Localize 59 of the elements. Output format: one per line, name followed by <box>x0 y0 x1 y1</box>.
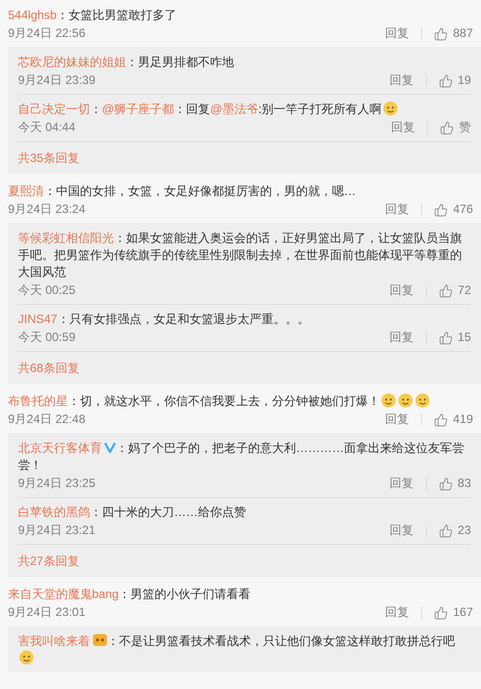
comment-time: 9月24日 23:25 <box>18 475 96 492</box>
comment-time: 今天 04:44 <box>18 119 76 136</box>
comment-text: 布鲁托的星：切，就这水平，你信不信我要上去，分分钟被她们打爆！ <box>8 393 473 410</box>
comment-text: 夏熙清：中国的女排，女篮，女足好像都挺厉害的，男的就，嗯… <box>8 183 357 200</box>
like-count: 167 <box>452 604 473 621</box>
like-count: 83 <box>458 475 471 492</box>
comment-time: 今天 00:25 <box>18 282 76 299</box>
comment-text: 来自天堂的魔鬼bang：男篮的小伙子们请看看 <box>8 586 252 603</box>
like-count: 23 <box>458 522 471 539</box>
like-count: 72 <box>458 282 471 299</box>
reply-link[interactable]: 回复 <box>384 411 409 428</box>
reply-link[interactable]: 回复 <box>384 201 409 218</box>
more-replies-link[interactable]: 共35条回复 <box>18 151 80 165</box>
smiley-emoji-icon <box>19 650 34 665</box>
comment-text: 北京天行客体育 ：妈了个巴子的，把老子的意大利…………面拿出来给这位友军尝尝！ <box>18 440 465 474</box>
comment-text: 等候彩虹相信阳光：如果女篮能进入奥运会的话，正好男篮出局了，让女篮队员当旗手吧。把男篮作为传统旗手的传统里性别限制去掉，在世界面前也能体现平等尊重的大国风范 <box>18 230 463 281</box>
like-icon[interactable] <box>438 284 453 298</box>
comment-text: 自己决定一切：@狮子座子都：回复@墨法爷:别一竿子打死所有人啊 <box>18 101 471 118</box>
smiley-emoji-icon <box>381 393 396 408</box>
smiley-emoji-icon <box>398 393 413 408</box>
reply-link[interactable]: 回复 <box>391 119 415 136</box>
comment-text: 544lghsb：女篮比男篮敢打多了 <box>8 7 178 24</box>
like-count: 赞 <box>459 119 471 136</box>
comment-time: 今天 00:59 <box>18 329 76 346</box>
reply-link[interactable]: 回复 <box>390 475 414 492</box>
like-count: 15 <box>458 329 471 346</box>
comment-time: 9月24日 22:56 <box>8 25 86 42</box>
comment-time: 9月24日 23:39 <box>18 72 96 89</box>
comment-text: 害我叫啥来着 ：不是让男篮看技术看战术，只让他们像女篮这样敢打敢拼总行吧 <box>18 633 471 667</box>
reply-link[interactable]: 回复 <box>390 282 414 299</box>
like-count: 19 <box>458 72 471 89</box>
reply-link[interactable]: 回复 <box>390 329 414 346</box>
smiley-emoji-icon <box>415 393 430 408</box>
comment-time: 9月24日 23:24 <box>8 201 86 218</box>
more-replies-link[interactable]: 共68条回复 <box>18 361 80 375</box>
like-count: 476 <box>452 201 473 218</box>
reply-link[interactable]: 回复 <box>390 522 414 539</box>
like-icon[interactable] <box>438 330 453 344</box>
like-icon[interactable] <box>438 74 453 88</box>
like-icon[interactable] <box>434 202 448 216</box>
reply-link[interactable]: 回复 <box>384 25 409 42</box>
comment-text: JINS47：只有女排强点，女足和女篮退步太严重。。。 <box>18 311 310 328</box>
like-icon[interactable] <box>434 412 448 426</box>
comment-text: 芯欧尼的妹妹的姐姐：男足男排都不咋地 <box>18 54 235 71</box>
more-replies-link[interactable]: 共27条回复 <box>18 554 80 568</box>
like-icon[interactable] <box>438 524 453 538</box>
smiley-emoji-icon <box>382 101 398 116</box>
like-icon[interactable] <box>434 606 448 620</box>
like-icon[interactable] <box>438 476 453 490</box>
comment-time: 9月24日 22:48 <box>8 411 86 428</box>
reply-link[interactable]: 回复 <box>390 72 414 89</box>
reply-link[interactable]: 回复 <box>384 604 409 621</box>
like-count: 887 <box>452 25 473 42</box>
like-count: 419 <box>452 411 473 428</box>
comment-time: 9月24日 23:01 <box>8 604 86 621</box>
comment-text: 白苹铁的黑鸽：四十米的大刀……给你点赞 <box>18 504 247 521</box>
like-icon[interactable] <box>434 26 448 40</box>
comment-time: 9月24日 23:21 <box>18 522 96 539</box>
like-icon[interactable] <box>440 120 454 134</box>
